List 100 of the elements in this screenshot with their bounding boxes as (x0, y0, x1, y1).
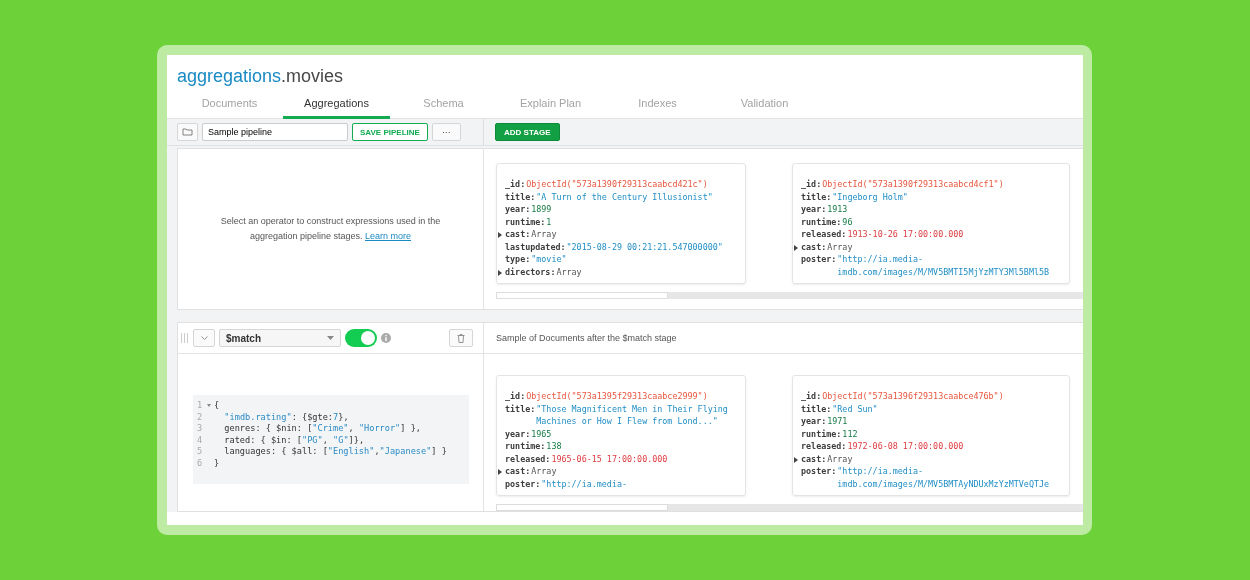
code-line: languages: { $all: ["English","Japanese"] } (223, 446, 447, 458)
field-key: _id: (505, 178, 526, 191)
field-value: 96 (842, 215, 854, 228)
tab[interactable]: Documents (176, 88, 283, 119)
line-number: 4 (197, 434, 204, 447)
line-number: 6 (197, 457, 204, 470)
field-key: poster: (801, 465, 837, 490)
field-key: released: (505, 452, 551, 465)
field-value: Array (531, 465, 558, 478)
field-key: released: (801, 440, 847, 453)
dropdown-caret-icon (327, 336, 334, 340)
field-value: 112 (842, 427, 859, 440)
tab[interactable]: Explain Plan (497, 88, 604, 119)
field-key: title: (801, 190, 832, 203)
field-key: runtime: (505, 440, 546, 453)
field-key: poster: (801, 253, 837, 278)
line-number: 3 (197, 423, 204, 435)
field-key: _id: (801, 178, 822, 191)
expand-icon[interactable] (498, 232, 502, 238)
operator-select[interactable]: $match (219, 329, 341, 347)
code-line: rated: { $in: ["PG", "G"]}, (223, 434, 365, 447)
field-key: cast: (505, 465, 531, 478)
stage-toggle[interactable] (345, 329, 377, 347)
field-value: "http://ia.media- (541, 477, 628, 490)
field-value: ObjectId("573a1390f29313caabcd421c") (526, 178, 709, 191)
field-value: "http://ia.media-imdb.com/images/M/MV5BMTAyNDUxMzYzMTVeQTJe (837, 465, 1051, 490)
field-value: "Ingeborg Holm" (832, 190, 909, 203)
collection-title: aggregations.movies (176, 65, 345, 88)
field-value: 1971 (827, 415, 849, 428)
field-value: ObjectId("573a1395f29313caabce2999") (526, 390, 709, 403)
field-key: title: (505, 190, 536, 203)
expand-icon[interactable] (498, 269, 502, 276)
field-value: "movie" (531, 253, 568, 266)
fold-icon[interactable] (207, 404, 211, 408)
field-key: released: (801, 228, 847, 241)
expand-icon[interactable] (794, 244, 798, 251)
field-key: cast: (505, 228, 531, 241)
code-line: "imdb.rating": {$gte:7}, (223, 411, 349, 424)
field-value: Array (531, 228, 558, 241)
drag-handle-icon[interactable] (180, 332, 189, 344)
field-value: 1965 (531, 427, 553, 440)
field-value: Array (827, 240, 854, 253)
field-key: cast: (801, 240, 827, 253)
delete-stage-button[interactable] (449, 329, 473, 347)
pipeline-name-field[interactable]: Sample pipeline (202, 123, 348, 141)
field-key: _id: (505, 390, 526, 403)
field-key: year: (505, 427, 531, 440)
field-key: runtime: (801, 215, 842, 228)
open-folder-button[interactable] (177, 123, 198, 141)
code-editor[interactable]: 1 { 2 "imdb.rating": {$gte:7}, 3 genres: { $nin: ["Crime", "Horror"] }, 4 rated: { $in: ["PG", "G"]}, 5 languages: { $all: ["English","Japanese"] } 6 } (193, 395, 469, 484)
field-key: year: (801, 203, 827, 216)
stage-description: Select an operator to construct expressions used in the aggregation pipeline stages. Learn more (219, 215, 442, 243)
expand-icon[interactable] (794, 456, 798, 463)
field-key: poster: (505, 477, 541, 490)
field-key: title: (505, 402, 536, 428)
add-stage-button[interactable]: ADD STAGE (495, 123, 560, 141)
field-value: Array (827, 452, 854, 465)
info-icon[interactable] (381, 333, 391, 343)
line-number: 1 (197, 400, 204, 412)
line-number: 5 (197, 446, 204, 458)
field-value: ObjectId("573a1390f29313caabcd4cf1") (822, 178, 1005, 191)
field-value: ObjectId("573a1396f29313caabce476b") (822, 390, 1005, 403)
field-key: _id: (801, 390, 822, 403)
field-value: "Those Magnificent Men in Their Flying Machines or How I Flew from Lond..." (536, 402, 729, 428)
field-value: 1965-06-15 17:00:00.000 (551, 452, 669, 465)
learn-more-link[interactable]: Learn more (365, 231, 412, 241)
tab[interactable]: Validation (711, 88, 818, 119)
field-key: year: (505, 203, 531, 216)
field-key: lastupdated: (505, 240, 566, 253)
scrollbar[interactable] (496, 292, 1083, 299)
field-key: type: (505, 253, 531, 266)
field-key: runtime: (505, 215, 546, 228)
field-value: "Red Sun" (832, 402, 879, 415)
sample-label: Sample of Documents after the $match stage (483, 323, 1083, 354)
field-key: cast: (801, 452, 827, 465)
field-value: Array (556, 265, 583, 278)
tab[interactable]: Indexes (604, 88, 711, 119)
field-value: "A Turn of the Century Illusionist" (536, 190, 714, 203)
code-line: genres: { $nin: ["Crime", "Horror"] }, (223, 423, 421, 435)
code-line: { (214, 400, 220, 412)
more-button[interactable]: ··· (431, 123, 461, 141)
trash-icon (457, 333, 465, 343)
field-value: 1899 (531, 203, 553, 216)
field-key: title: (801, 402, 832, 415)
save-pipeline-button[interactable]: SAVE PIPELINE (352, 123, 428, 141)
field-value: 1913-10-26 17:00:00.000 (847, 228, 965, 241)
field-value: "2015-08-29 00:21:21.547000000" (566, 240, 724, 253)
folder-icon (182, 128, 193, 136)
field-key: year: (801, 415, 827, 428)
field-value: 1972-06-08 17:00:00.000 (847, 440, 965, 453)
expand-icon[interactable] (498, 469, 502, 475)
field-value: "http://ia.media-imdb.com/images/M/MV5BMTI5MjYzMTY3Ml5BMl5B (837, 253, 1051, 278)
field-value: 1 (546, 215, 553, 228)
field-key: directors: (505, 265, 556, 278)
scrollbar[interactable] (496, 504, 1083, 511)
tab[interactable]: Schema (390, 88, 497, 119)
field-key: runtime: (801, 427, 842, 440)
field-value: 1913 (827, 203, 849, 216)
chevron-down-icon (200, 336, 208, 340)
field-value: 138 (546, 440, 563, 453)
